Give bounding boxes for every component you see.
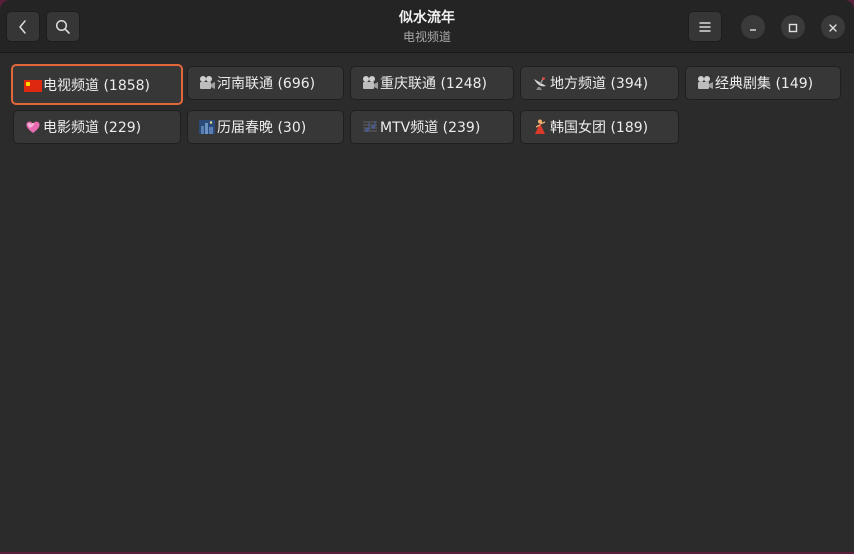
- maximize-icon: [788, 18, 798, 37]
- close-icon: [828, 18, 838, 37]
- night-city-icon: [198, 119, 216, 135]
- movie-camera-icon: [198, 75, 216, 91]
- chevron-left-icon: [16, 19, 30, 35]
- back-button[interactable]: [6, 11, 40, 42]
- channel-label: 地方频道 (394): [550, 76, 649, 92]
- channel-label: MTV频道 (239): [380, 120, 481, 136]
- satellite-antenna-icon: [531, 75, 549, 91]
- channel-label: 河南联通 (696): [217, 76, 316, 92]
- channel-button-mtv[interactable]: MTV频道 (239): [350, 110, 514, 144]
- maximize-button[interactable]: [781, 15, 805, 39]
- channel-label: 韩国女团 (189): [550, 120, 649, 136]
- channel-label: 电视频道 (1858): [43, 77, 151, 94]
- channel-label: 历届春晚 (30): [217, 120, 307, 136]
- channel-label: 重庆联通 (1248): [380, 76, 488, 92]
- channel-button-local[interactable]: 地方频道 (394): [520, 66, 679, 100]
- movie-camera-icon: [696, 75, 714, 91]
- channel-button-movie[interactable]: 电影频道 (229): [13, 110, 181, 144]
- channel-label: 经典剧集 (149): [715, 76, 814, 92]
- channel-button-tv[interactable]: 电视频道 (1858): [11, 64, 183, 105]
- channel-label: 电影频道 (229): [43, 120, 142, 136]
- channel-row: 电影频道 (229) 历届春晚 (30) MTV频道 (239) 韩国女团 (1…: [11, 108, 843, 152]
- heart-icon: [24, 119, 42, 135]
- window-subtitle: 电视频道: [402, 30, 451, 44]
- china-flag-icon: [24, 79, 42, 92]
- dancer-icon: [531, 119, 549, 135]
- channel-button-spring-gala[interactable]: 历届春晚 (30): [187, 110, 344, 144]
- minimize-icon: [748, 18, 758, 37]
- title-area: 似水流年 电视频道: [0, 9, 854, 45]
- channel-grid: 电视频道 (1858) 河南联通 (696) 重庆联通 (1248) 地方频道 …: [11, 64, 843, 152]
- channel-row: 电视频道 (1858) 河南联通 (696) 重庆联通 (1248) 地方频道 …: [11, 64, 843, 108]
- movie-camera-icon: [361, 75, 379, 91]
- channel-button-classic-series[interactable]: 经典剧集 (149): [685, 66, 841, 100]
- minimize-button[interactable]: [741, 15, 765, 39]
- channel-button-kpop-girl-groups[interactable]: 韩国女团 (189): [520, 110, 679, 144]
- window-title: 似水流年: [399, 10, 455, 26]
- channel-button-henan-unicom[interactable]: 河南联通 (696): [187, 66, 344, 100]
- hamburger-menu-icon: [698, 21, 712, 33]
- search-icon: [55, 19, 71, 35]
- close-button[interactable]: [821, 15, 845, 39]
- music-notes-icon: [361, 119, 379, 135]
- header-bar: 似水流年 电视频道: [0, 0, 854, 53]
- app-window: 似水流年 电视频道 电视频道 (1858) 河南联通 (696) 重庆联通 (1…: [0, 0, 854, 552]
- main-menu-button[interactable]: [688, 11, 722, 42]
- channel-button-chongqing-unicom[interactable]: 重庆联通 (1248): [350, 66, 514, 100]
- search-button[interactable]: [46, 11, 80, 42]
